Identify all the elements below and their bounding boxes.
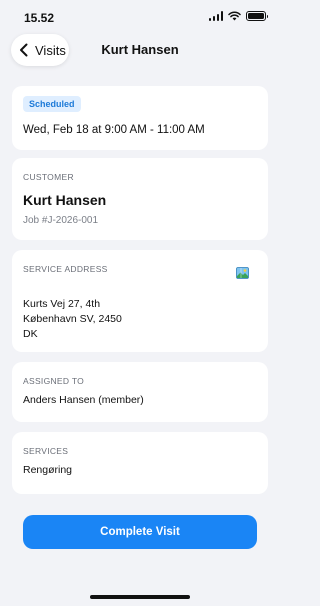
map-icon[interactable] (236, 267, 249, 279)
job-number: Job #J-2026-001 (23, 215, 99, 226)
assigned-to-card: ASSIGNED TO Anders Hansen (member) (12, 362, 268, 422)
page-title: Kurt Hansen (101, 42, 179, 57)
customer-name: Kurt Hansen (23, 192, 107, 208)
services-card: SERVICES Rengøring (12, 432, 268, 494)
assigned-to-label: ASSIGNED TO (23, 376, 85, 386)
status-badge: Scheduled (23, 96, 81, 112)
customer-label: CUSTOMER (23, 172, 74, 182)
services-label: SERVICES (23, 446, 69, 456)
services-value: Rengøring (23, 464, 73, 476)
assigned-to-value: Anders Hansen (member) (23, 394, 144, 406)
schedule-card: Scheduled Wed, Feb 18 at 9:00 AM - 11:00… (12, 86, 268, 150)
home-indicator (90, 595, 190, 599)
status-bar: 15.52 (0, 0, 280, 34)
status-time: 15.52 (24, 11, 55, 25)
wifi-icon (228, 11, 241, 21)
service-address-label: SERVICE ADDRESS (23, 264, 108, 274)
navigation-bar: Visits Kurt Hansen (0, 30, 280, 70)
service-address-card: SERVICE ADDRESS Kurts Vej 27, 4th Københ… (12, 250, 268, 352)
complete-visit-button[interactable]: Complete Visit (23, 515, 257, 549)
battery-icon (246, 11, 268, 21)
signal-icon (208, 11, 223, 21)
visit-datetime: Wed, Feb 18 at 9:00 AM - 11:00 AM (23, 124, 205, 136)
status-icons (208, 11, 268, 21)
address-line-3: DK (23, 328, 38, 340)
address-line-2: København SV, 2450 (23, 313, 122, 325)
address-line-1: Kurts Vej 27, 4th (23, 298, 101, 310)
customer-card: CUSTOMER Kurt Hansen Job #J-2026-001 (12, 158, 268, 240)
battery-level (248, 13, 264, 19)
